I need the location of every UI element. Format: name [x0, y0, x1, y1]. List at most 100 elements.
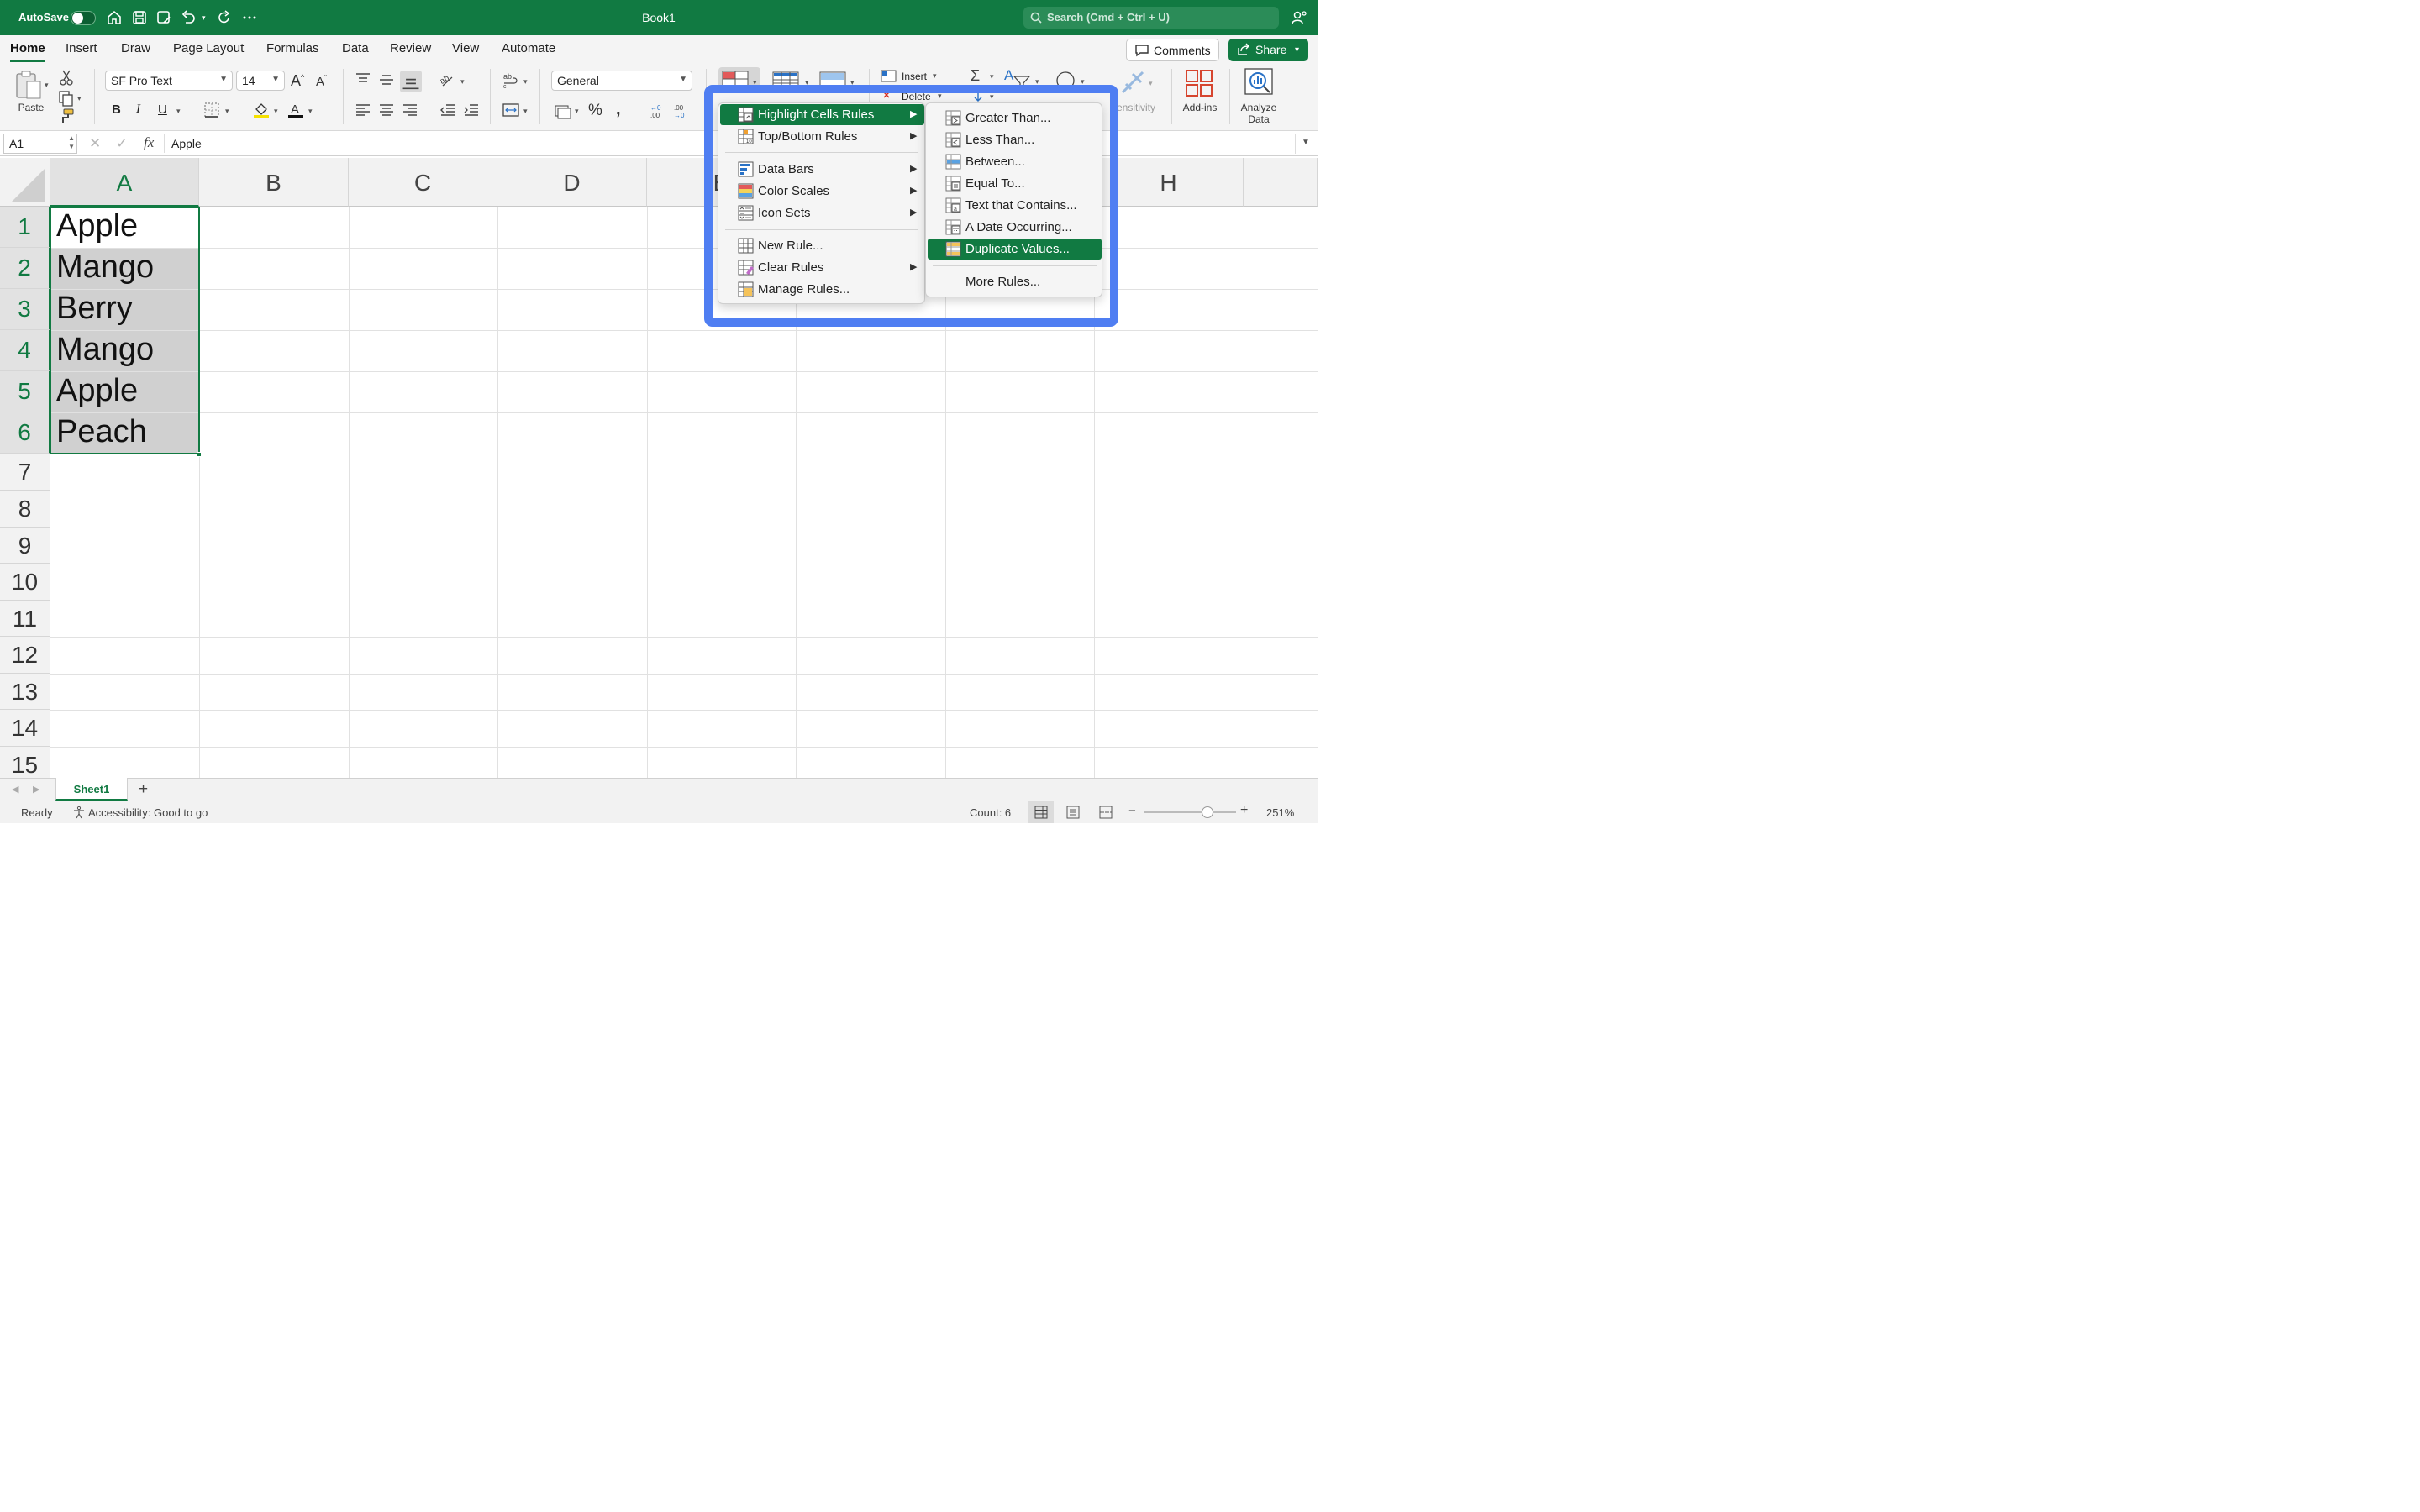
- wrap-dropdown-icon[interactable]: ▾: [523, 77, 528, 87]
- row-header-3[interactable]: 3: [0, 289, 50, 330]
- row-header-2[interactable]: 2: [0, 248, 50, 289]
- tab-view[interactable]: View: [452, 41, 479, 55]
- increase-decimal-icon[interactable]: ←0.00: [650, 102, 668, 120]
- bold-icon[interactable]: B: [112, 102, 121, 117]
- formula-input[interactable]: Apple: [171, 137, 202, 150]
- column-header-a[interactable]: A: [50, 158, 199, 207]
- accessibility-status[interactable]: Accessibility: Good to go: [88, 806, 208, 819]
- font-color-icon[interactable]: A: [287, 101, 305, 119]
- italic-icon[interactable]: I: [136, 102, 140, 117]
- sheet-tab-sheet1[interactable]: Sheet1: [55, 778, 128, 801]
- align-bottom-icon[interactable]: [400, 71, 422, 92]
- copy-dropdown-icon[interactable]: ▾: [77, 94, 82, 103]
- font-size-select[interactable]: 14 ▼: [236, 71, 285, 91]
- percent-icon[interactable]: %: [588, 102, 602, 120]
- row-header-6[interactable]: 6: [0, 412, 50, 454]
- decrease-indent-icon[interactable]: [439, 101, 457, 119]
- accounting-format-icon[interactable]: [554, 102, 572, 120]
- autosum-dropdown-icon[interactable]: ▾: [990, 72, 994, 81]
- align-left-icon[interactable]: [354, 101, 372, 119]
- column-header-d[interactable]: D: [497, 158, 647, 207]
- align-middle-icon[interactable]: [377, 71, 396, 89]
- name-box[interactable]: A1 ▲ ▼: [3, 134, 77, 154]
- redo-icon[interactable]: [216, 9, 233, 26]
- align-top-icon[interactable]: [354, 71, 372, 89]
- sensitivity-dropdown-icon[interactable]: ▾: [1149, 79, 1153, 88]
- column-header-c[interactable]: C: [349, 158, 497, 207]
- search-box[interactable]: Search (Cmd + Ctrl + U): [1023, 7, 1279, 29]
- page-break-view-icon[interactable]: [1098, 806, 1113, 819]
- row-header-14[interactable]: 14: [0, 710, 50, 747]
- page-layout-view-icon[interactable]: [1065, 806, 1081, 819]
- increase-font-size-icon[interactable]: A^: [291, 72, 304, 90]
- text-orientation-icon[interactable]: ab: [438, 71, 456, 89]
- zoom-out-icon[interactable]: −: [1128, 804, 1136, 818]
- insert-dropdown-icon[interactable]: ▾: [933, 71, 937, 81]
- normal-view-icon[interactable]: [1028, 801, 1054, 823]
- zoom-in-icon[interactable]: +: [1240, 803, 1248, 818]
- save-as-icon[interactable]: [155, 9, 172, 26]
- borders-icon[interactable]: [203, 101, 221, 119]
- add-ins-icon[interactable]: [1185, 69, 1213, 97]
- sensitivity-icon[interactable]: [1118, 67, 1148, 97]
- fill-handle[interactable]: [197, 452, 202, 457]
- autosave-toggle[interactable]: [71, 11, 96, 25]
- worksheet-grid[interactable]: A B C D E F G H I 1 2 3 4 5 6 7 8 9 10 1…: [0, 158, 1318, 778]
- home-icon[interactable]: [106, 9, 123, 26]
- person-settings-icon[interactable]: [1291, 9, 1307, 26]
- cut-icon[interactable]: [57, 69, 76, 87]
- tab-automate[interactable]: Automate: [502, 41, 555, 55]
- column-header-i[interactable]: I: [1244, 158, 1318, 207]
- merge-center-icon[interactable]: [502, 101, 520, 119]
- underline-dropdown-icon[interactable]: ▾: [176, 107, 181, 116]
- tab-review[interactable]: Review: [390, 41, 431, 55]
- sort-filter-icon[interactable]: A: [1004, 67, 1013, 84]
- font-name-select[interactable]: SF Pro Text ▼: [105, 71, 233, 91]
- merge-dropdown-icon[interactable]: ▾: [523, 107, 528, 116]
- font-color-dropdown-icon[interactable]: ▾: [308, 107, 313, 116]
- analyze-data-icon[interactable]: [1244, 67, 1274, 97]
- fill-color-dropdown-icon[interactable]: ▾: [274, 107, 278, 116]
- zoom-slider-thumb[interactable]: [1202, 806, 1213, 818]
- comma-style-icon[interactable]: ,: [616, 100, 621, 119]
- tab-home[interactable]: Home: [10, 41, 45, 55]
- more-icon[interactable]: [241, 9, 258, 26]
- enter-icon[interactable]: ✓: [116, 135, 128, 152]
- add-sheet-icon[interactable]: +: [139, 780, 148, 799]
- row-header-15[interactable]: 15: [0, 747, 50, 778]
- undo-icon[interactable]: [180, 9, 197, 26]
- row-header-12[interactable]: 12: [0, 637, 50, 674]
- tab-formulas[interactable]: Formulas: [266, 41, 319, 55]
- fill-color-icon[interactable]: [252, 101, 271, 119]
- row-header-13[interactable]: 13: [0, 674, 50, 710]
- underline-icon[interactable]: U: [158, 102, 167, 117]
- tab-insert[interactable]: Insert: [66, 41, 97, 55]
- row-header-10[interactable]: 10: [0, 564, 50, 601]
- row-header-8[interactable]: 8: [0, 491, 50, 528]
- select-all-button[interactable]: [0, 158, 50, 207]
- cancel-icon[interactable]: ✕: [89, 135, 101, 152]
- tab-page-layout[interactable]: Page Layout: [173, 41, 244, 55]
- expand-formula-bar-icon[interactable]: ▼: [1302, 138, 1310, 147]
- increase-indent-icon[interactable]: [462, 101, 481, 119]
- format-painter-icon[interactable]: [57, 108, 76, 126]
- decrease-decimal-icon[interactable]: .00 →0: [673, 102, 692, 120]
- tab-draw[interactable]: Draw: [121, 41, 150, 55]
- row-header-11[interactable]: 11: [0, 601, 50, 637]
- zoom-level[interactable]: 251%: [1266, 806, 1294, 819]
- decrease-font-size-icon[interactable]: Aˇ: [316, 74, 327, 89]
- insert-cells-label[interactable]: Insert: [902, 71, 927, 82]
- row-header-9[interactable]: 9: [0, 528, 50, 564]
- scroll-left-icon[interactable]: ◀: [12, 784, 18, 795]
- align-center-icon[interactable]: [377, 101, 396, 119]
- insert-function-icon[interactable]: fx: [144, 134, 154, 151]
- share-button[interactable]: Share ▾: [1228, 39, 1308, 61]
- row-header-7[interactable]: 7: [0, 454, 50, 491]
- tab-data[interactable]: Data: [342, 41, 369, 55]
- number-format-select[interactable]: General ▼: [551, 71, 692, 91]
- paste-dropdown-icon[interactable]: ▾: [45, 81, 49, 90]
- orientation-dropdown-icon[interactable]: ▾: [460, 77, 465, 87]
- column-header-b[interactable]: B: [199, 158, 349, 207]
- accounting-dropdown-icon[interactable]: ▾: [575, 107, 579, 116]
- comments-button[interactable]: Comments: [1126, 39, 1219, 61]
